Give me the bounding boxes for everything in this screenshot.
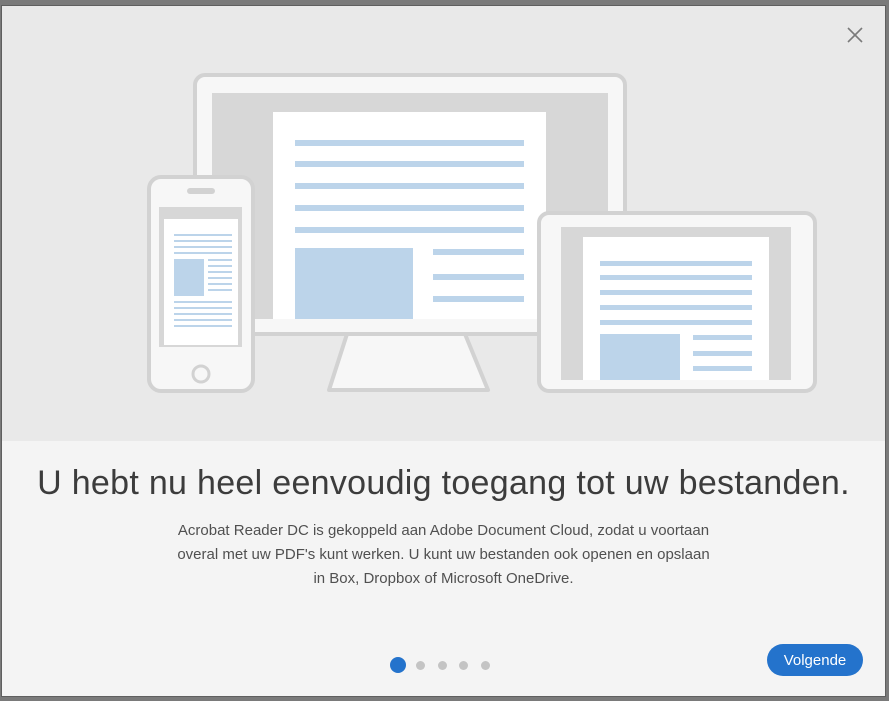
dialog-headline: U hebt nu heel eenvoudig toegang tot uw … [37, 464, 850, 502]
description-line: overal met uw PDF's kunt werken. U kunt … [177, 546, 710, 563]
dialog-description: Acrobat Reader DC is gekoppeld aan Adobe… [152, 519, 735, 591]
description-line: Acrobat Reader DC is gekoppeld aan Adobe… [177, 522, 710, 539]
pagination-dot-3[interactable] [437, 660, 447, 670]
description-line: in Box, Dropbox of Microsoft OneDrive. [313, 570, 574, 587]
close-icon [847, 27, 863, 43]
pagination-dot-1[interactable] [390, 657, 406, 673]
welcome-dialog: U hebt nu heel eenvoudig toegang tot uw … [2, 6, 885, 696]
close-button[interactable] [845, 25, 865, 45]
pagination-dots [390, 657, 502, 673]
phone-icon [147, 175, 255, 393]
tablet-icon [537, 211, 817, 393]
pagination-dot-2[interactable] [416, 660, 425, 670]
devices-illustration [147, 73, 817, 393]
pagination-dot-5[interactable] [480, 660, 490, 670]
next-button[interactable]: Volgende [767, 644, 863, 676]
pagination-dot-4[interactable] [459, 660, 468, 670]
hero-illustration-area [2, 6, 885, 441]
